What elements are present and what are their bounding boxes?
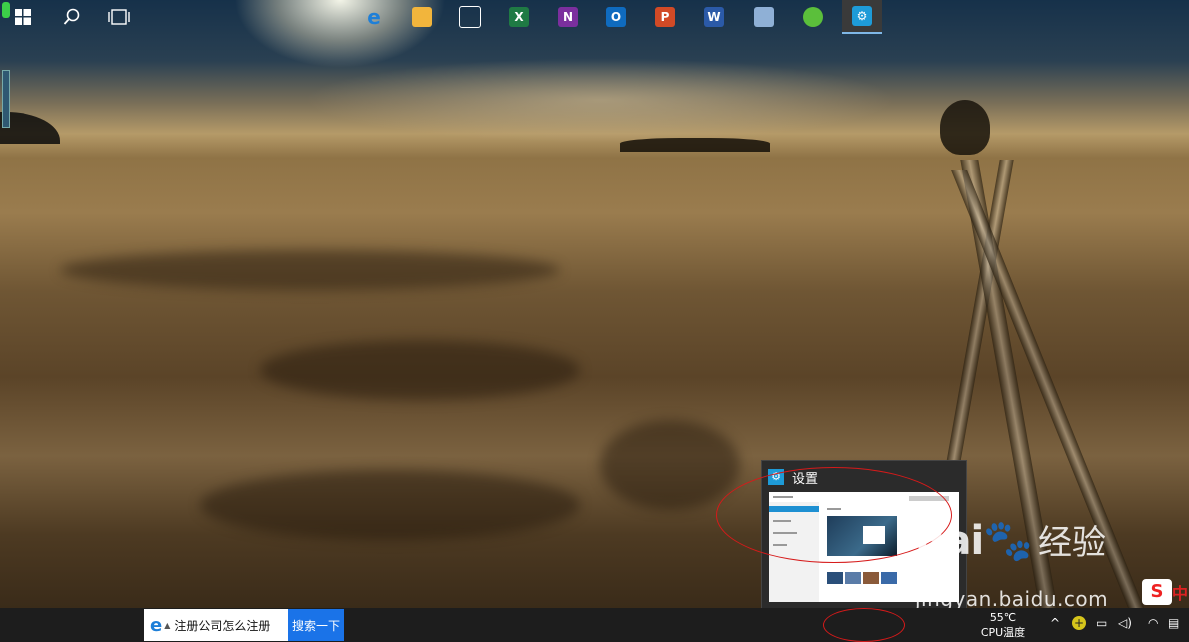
task-view-button[interactable]: [98, 0, 140, 34]
windows-logo-icon: [15, 9, 31, 25]
refresh-app-icon: [803, 7, 823, 27]
battery-icon[interactable]: ▭: [1096, 616, 1107, 630]
outlook-icon: O: [606, 7, 626, 27]
store-icon: [459, 6, 481, 28]
snow-ridge: [260, 340, 580, 400]
sogou-ime-icon[interactable]: S: [1142, 579, 1172, 605]
paint-icon: [754, 7, 774, 27]
taskbar-app-store[interactable]: [450, 0, 490, 34]
thumbnail-wallpaper-option: [863, 572, 879, 584]
thumbnail-wallpaper-option: [827, 572, 843, 584]
taskbar-app-word[interactable]: W: [694, 0, 734, 34]
caret-up-icon: ▲: [164, 620, 171, 630]
watermark-brand: Bai: [915, 518, 984, 564]
cpu-temp-label: CPU温度: [980, 626, 1026, 639]
snow-ridge: [200, 470, 580, 540]
tree: [940, 100, 990, 155]
paw-icon: 🐾: [983, 518, 1033, 564]
search-go-button[interactable]: 搜索一下: [288, 609, 344, 641]
start-button[interactable]: [0, 0, 46, 34]
word-icon: W: [704, 7, 724, 27]
distant-trees: [620, 138, 770, 152]
taskbar-app-edge[interactable]: e: [354, 0, 394, 34]
gadget-meter[interactable]: [2, 70, 10, 128]
taskbar-app-settings[interactable]: ⚙: [842, 0, 882, 34]
ie-icon: e: [150, 614, 163, 636]
search-query: 注册公司怎么注册: [174, 618, 271, 633]
file-explorer-icon: [412, 7, 432, 27]
wifi-icon[interactable]: ◠: [1148, 616, 1158, 630]
annotation-circle-settings: [823, 608, 905, 642]
taskbar-app-paint[interactable]: [744, 0, 784, 34]
watermark-brand-cn: 经验: [1038, 523, 1107, 563]
taskbar-app-excel[interactable]: X: [499, 0, 539, 34]
ime-language[interactable]: 中: [1172, 580, 1188, 604]
search-button[interactable]: [52, 0, 92, 34]
volume-icon[interactable]: ◁): [1118, 616, 1132, 630]
notification-icon[interactable]: ▤: [1168, 616, 1179, 630]
taskbar-app-powerpoint[interactable]: P: [645, 0, 685, 34]
thumbnail-wallpaper-option: [845, 572, 861, 584]
cpu-temp-value: 55℃: [989, 611, 1017, 624]
taskbar-app-outlook[interactable]: O: [596, 0, 636, 34]
onenote-icon: N: [558, 7, 578, 27]
task-view-icon: [108, 9, 130, 25]
taskbar-search-box[interactable]: e ▲ 注册公司怎么注册: [144, 609, 288, 641]
taskbar-app-file-explorer[interactable]: [402, 0, 442, 34]
search-icon: [63, 8, 80, 25]
cpu-temperature[interactable]: 55℃ CPU温度: [976, 610, 1030, 640]
powerpoint-icon: P: [655, 7, 675, 27]
edge-icon: e: [367, 5, 381, 29]
taskbar-app-onenote[interactable]: N: [548, 0, 588, 34]
plus-tray-icon[interactable]: +: [1072, 616, 1086, 630]
snow-ridge: [60, 250, 560, 290]
taskbar-app-refresh-app[interactable]: [793, 0, 833, 34]
thumbnail-wallpaper-option: [881, 572, 897, 584]
settings-icon: ⚙: [852, 6, 872, 26]
snow-ridge: [600, 420, 740, 510]
chevron-up-icon[interactable]: ^: [1050, 616, 1060, 630]
baidu-jingyan-watermark: Bai🐾 经验 jingyan.baidu.com: [915, 515, 1108, 611]
excel-icon: X: [509, 7, 529, 27]
